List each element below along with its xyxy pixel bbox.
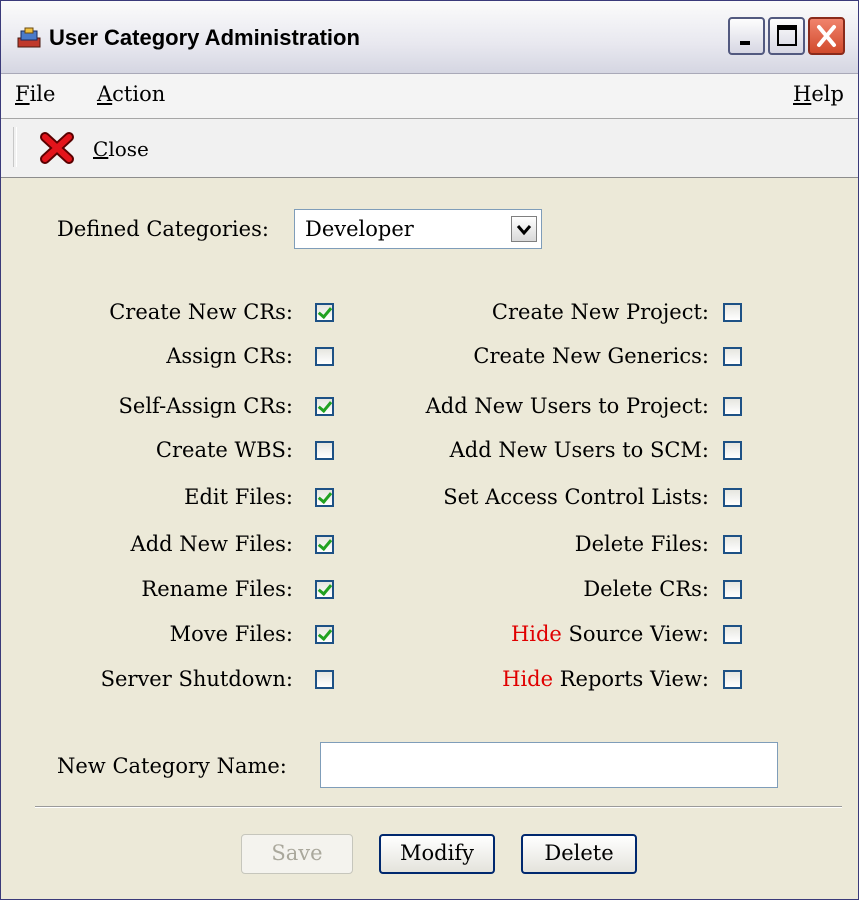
toolbar: Close (1, 119, 858, 178)
window-title: User Category Administration (49, 25, 360, 50)
permission-label: Move Files: (169, 622, 293, 646)
create-new-crs-checkbox[interactable] (315, 303, 334, 322)
app-icon (17, 27, 41, 49)
user-category-window: User Category Administration File Action… (0, 0, 859, 900)
create-wbs-checkbox[interactable] (315, 441, 334, 460)
delete-button[interactable]: Delete (521, 834, 637, 874)
delete-crs-checkbox[interactable] (723, 580, 742, 599)
maximize-icon (777, 25, 797, 46)
self-assign-crs-checkbox[interactable] (315, 397, 334, 416)
menu-file[interactable]: File (15, 82, 55, 106)
red-x-icon (40, 132, 74, 164)
permission-label: Create New Project: (491, 300, 709, 324)
permission-label: Add New Users to Project: (425, 394, 709, 418)
permission-label: Add New Users to SCM: (449, 438, 709, 462)
permission-label-text: Source View: (568, 622, 709, 646)
defined-categories-value: Developer (305, 217, 414, 241)
menu-bar: File Action Help (1, 74, 858, 119)
modify-button[interactable]: Modify (379, 834, 495, 874)
maximize-button[interactable] (768, 17, 805, 55)
permission-label: Assign CRs: (166, 344, 293, 368)
title-bar[interactable]: User Category Administration (1, 1, 858, 74)
minimize-icon (740, 41, 750, 45)
add-new-files-checkbox[interactable] (315, 535, 334, 554)
permission-label: Hide Source View: (511, 622, 709, 646)
permission-label-text: Reports View: (559, 667, 709, 691)
permission-label: Set Access Control Lists: (443, 485, 709, 509)
hide-prefix: Hide (510, 622, 562, 646)
permission-label: Edit Files: (184, 485, 293, 509)
modify-label: Modify (400, 841, 474, 865)
rename-files-checkbox[interactable] (315, 580, 334, 599)
defined-categories-label: Defined Categories: (57, 217, 269, 241)
menu-help[interactable]: Help (793, 82, 844, 106)
create-new-generics-checkbox[interactable] (723, 347, 742, 366)
permission-label: Add New Files: (130, 532, 293, 556)
server-shutdown-checkbox[interactable] (315, 670, 334, 689)
move-files-checkbox[interactable] (315, 625, 334, 644)
hide-source-view-checkbox[interactable] (723, 625, 742, 644)
add-users-project-checkbox[interactable] (723, 397, 742, 416)
save-label: Save (271, 841, 323, 865)
permission-label: Delete CRs: (583, 577, 709, 601)
menu-action[interactable]: Action (97, 82, 165, 106)
toolbar-close-label: Close (93, 137, 149, 161)
permission-label: Server Shutdown: (100, 667, 293, 691)
permission-label: Hide Reports View: (502, 667, 709, 691)
new-category-input[interactable] (320, 742, 778, 788)
edit-files-checkbox[interactable] (315, 488, 334, 507)
assign-crs-checkbox[interactable] (315, 347, 334, 366)
minimize-button[interactable] (728, 17, 765, 55)
create-new-project-checkbox[interactable] (723, 303, 742, 322)
permission-label: Self-Assign CRs: (118, 394, 293, 418)
hide-reports-view-checkbox[interactable] (723, 670, 742, 689)
hide-prefix: Hide (502, 667, 554, 691)
delete-label: Delete (544, 841, 614, 865)
new-category-label: New Category Name: (57, 754, 287, 778)
permission-label: Delete Files: (574, 532, 709, 556)
chevron-down-icon[interactable] (511, 216, 537, 242)
defined-categories-select[interactable]: Developer (294, 209, 542, 249)
permission-label: Create New Generics: (473, 344, 709, 368)
permission-label: Create New CRs: (109, 300, 293, 324)
toolbar-grip (13, 127, 17, 167)
save-button[interactable]: Save (241, 834, 353, 874)
set-acl-checkbox[interactable] (723, 488, 742, 507)
close-icon (817, 25, 836, 47)
add-users-scm-checkbox[interactable] (723, 441, 742, 460)
permission-label: Create WBS: (155, 438, 293, 462)
window-close-button[interactable] (808, 17, 845, 55)
separator (35, 806, 842, 808)
delete-files-checkbox[interactable] (723, 535, 742, 554)
permission-label: Rename Files: (141, 577, 293, 601)
